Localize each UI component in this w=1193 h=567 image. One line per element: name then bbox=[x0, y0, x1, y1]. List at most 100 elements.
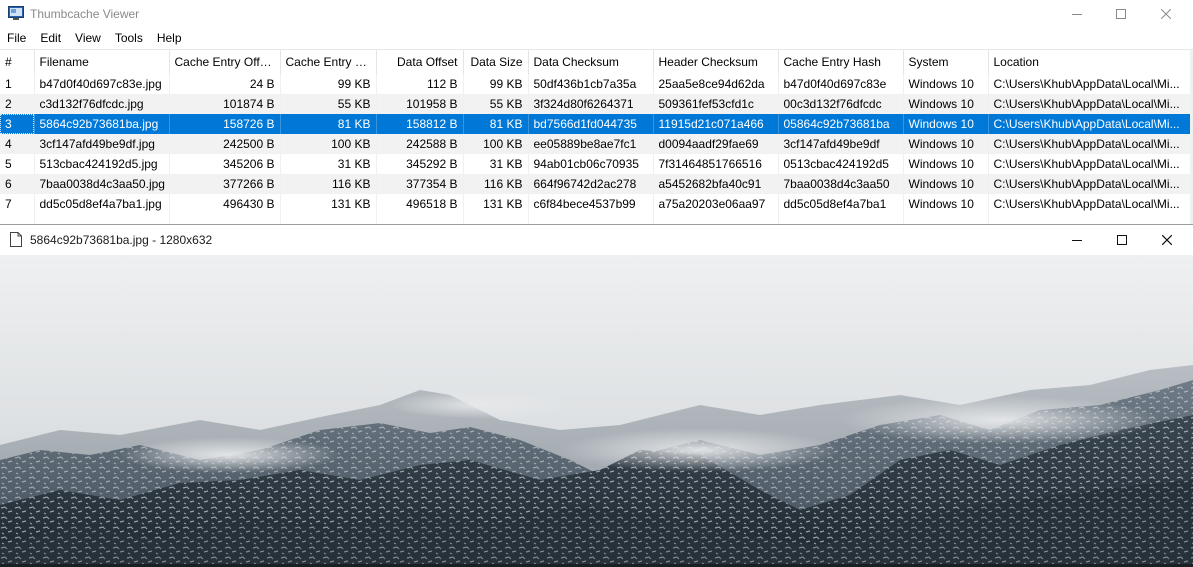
cell-header-checksum: d0094aadf29fae69 bbox=[653, 134, 779, 154]
column-header-data-size[interactable]: Data Size bbox=[463, 50, 529, 74]
thumbnail-image bbox=[0, 255, 1193, 567]
menu-tools[interactable]: Tools bbox=[108, 29, 150, 48]
cell-cache-entry-size: 131 KB bbox=[280, 194, 377, 214]
empty-cell bbox=[0, 214, 35, 224]
cell-data-offset: 101958 B bbox=[376, 94, 464, 114]
viewer-title: 5864c92b73681ba.jpg - 1280x632 bbox=[30, 233, 213, 247]
cell-location: C:\Users\Khub\AppData\Local\Mi... bbox=[988, 94, 1191, 114]
cell-index: 3 bbox=[0, 114, 35, 134]
menu-file[interactable]: File bbox=[0, 29, 33, 48]
cell-data-checksum: 94ab01cb06c70935 bbox=[528, 154, 654, 174]
cell-cache-entry-offset: 101874 B bbox=[169, 94, 281, 114]
menu-help[interactable]: Help bbox=[150, 29, 189, 48]
table-row[interactable]: 3 5864c92b73681ba.jpg 158726 B 81 KB 158812 … bbox=[0, 114, 1191, 134]
cell-data-size: 116 KB bbox=[463, 174, 529, 194]
maximize-button[interactable] bbox=[1098, 0, 1144, 28]
cell-data-checksum: c6f84bece4537b99 bbox=[528, 194, 654, 214]
column-header-cache-entry-offset[interactable]: Cache Entry Offset bbox=[169, 50, 281, 74]
cell-filename: 3cf147afd49be9df.jpg bbox=[34, 134, 170, 154]
cell-filename: 513cbac424192d5.jpg bbox=[34, 154, 170, 174]
table-row[interactable]: 6 7baa0038d4c3aa50.jpg 377266 B 116 KB 37735… bbox=[0, 174, 1191, 194]
close-icon bbox=[1161, 9, 1171, 19]
cell-location: C:\Users\Khub\AppData\Local\Mi... bbox=[988, 74, 1191, 94]
cell-index: 7 bbox=[0, 194, 35, 214]
maximize-icon bbox=[1117, 234, 1127, 245]
empty-cell bbox=[528, 214, 654, 224]
cell-index: 4 bbox=[0, 134, 35, 154]
cell-data-checksum: bd7566d1fd044735 bbox=[528, 114, 654, 134]
entries-table: # Filename Cache Entry Offset Cache Entr… bbox=[0, 50, 1191, 224]
cell-cache-entry-hash: 3cf147afd49be9df bbox=[778, 134, 904, 154]
viewer-title-bar[interactable]: 5864c92b73681ba.jpg - 1280x632 bbox=[0, 225, 1193, 254]
cell-cache-entry-hash: dd5c05d8ef4a7ba1 bbox=[778, 194, 904, 214]
cell-cache-entry-hash: 0513cbac424192d5 bbox=[778, 154, 904, 174]
empty-cell bbox=[653, 214, 779, 224]
column-header-cache-entry-hash[interactable]: Cache Entry Hash bbox=[778, 50, 904, 74]
cell-header-checksum: 509361fef53cfd1c bbox=[653, 94, 779, 114]
column-header-cache-entry-size[interactable]: Cache Entry S... bbox=[280, 50, 377, 74]
column-header-data-offset[interactable]: Data Offset bbox=[376, 50, 464, 74]
cell-index: 1 bbox=[0, 74, 35, 94]
column-header-header-checksum[interactable]: Header Checksum bbox=[653, 50, 779, 74]
column-header-location[interactable]: Location bbox=[988, 50, 1191, 74]
empty-cell bbox=[169, 214, 281, 224]
cell-cache-entry-offset: 345206 B bbox=[169, 154, 281, 174]
header-row: # Filename Cache Entry Offset Cache Entr… bbox=[0, 50, 1191, 74]
cell-data-offset: 158812 B bbox=[376, 114, 464, 134]
cell-system: Windows 10 bbox=[903, 174, 989, 194]
table-row[interactable]: 7 dd5c05d8ef4a7ba1.jpg 496430 B 131 KB 49651… bbox=[0, 194, 1191, 214]
table-row[interactable]: 5 513cbac424192d5.jpg 345206 B 31 KB 345292 … bbox=[0, 154, 1191, 174]
cell-system: Windows 10 bbox=[903, 134, 989, 154]
empty-cell bbox=[280, 214, 377, 224]
cell-filename: 7baa0038d4c3aa50.jpg bbox=[34, 174, 170, 194]
menu-view[interactable]: View bbox=[68, 29, 108, 48]
cell-system: Windows 10 bbox=[903, 194, 989, 214]
cell-header-checksum: a75a20203e06aa97 bbox=[653, 194, 779, 214]
cell-data-checksum: 3f324d80f6264371 bbox=[528, 94, 654, 114]
table-row[interactable]: 2 c3d132f76dfcdc.jpg 101874 B 55 KB 101958 B… bbox=[0, 94, 1191, 114]
empty-cell bbox=[376, 214, 464, 224]
cell-system: Windows 10 bbox=[903, 74, 989, 94]
cell-data-size: 55 KB bbox=[463, 94, 529, 114]
cell-data-offset: 242588 B bbox=[376, 134, 464, 154]
minimize-icon bbox=[1072, 14, 1082, 15]
cell-header-checksum: 11915d21c071a466 bbox=[653, 114, 779, 134]
cell-data-checksum: 50df436b1cb7a35a bbox=[528, 74, 654, 94]
empty-cell bbox=[988, 214, 1191, 224]
menu-edit[interactable]: Edit bbox=[33, 29, 68, 48]
cell-cache-entry-hash: 7baa0038d4c3aa50 bbox=[778, 174, 904, 194]
cell-data-checksum: 664f96742d2ac278 bbox=[528, 174, 654, 194]
cell-cache-entry-offset: 496430 B bbox=[169, 194, 281, 214]
viewer-minimize-button[interactable] bbox=[1054, 225, 1100, 254]
cell-data-checksum: ee05889be8ae7fc1 bbox=[528, 134, 654, 154]
table-row[interactable]: 1 b47d0f40d697c83e.jpg 24 B 99 KB 112 B 99 KB… bbox=[0, 74, 1191, 94]
column-header-filename[interactable]: Filename bbox=[34, 50, 170, 74]
minimize-button[interactable] bbox=[1054, 0, 1100, 28]
window-title: Thumbcache Viewer bbox=[30, 7, 140, 21]
cell-cache-entry-hash: 00c3d132f76dfcdc bbox=[778, 94, 904, 114]
title-bar[interactable]: Thumbcache Viewer bbox=[0, 0, 1193, 28]
table-row[interactable]: 4 3cf147afd49be9df.jpg 242500 B 100 KB 24258… bbox=[0, 134, 1191, 154]
column-header-index[interactable]: # bbox=[0, 50, 35, 74]
maximize-icon bbox=[1116, 9, 1126, 19]
column-header-data-checksum[interactable]: Data Checksum bbox=[528, 50, 654, 74]
column-header-system[interactable]: System bbox=[903, 50, 989, 74]
viewer-maximize-button[interactable] bbox=[1099, 225, 1145, 254]
cell-data-size: 99 KB bbox=[463, 74, 529, 94]
cell-cache-entry-size: 100 KB bbox=[280, 134, 377, 154]
close-icon bbox=[1162, 234, 1172, 245]
cell-index: 5 bbox=[0, 154, 35, 174]
cell-cache-entry-size: 55 KB bbox=[280, 94, 377, 114]
cell-index: 2 bbox=[0, 94, 35, 114]
cell-location: C:\Users\Khub\AppData\Local\Mi... bbox=[988, 194, 1191, 214]
cell-system: Windows 10 bbox=[903, 114, 989, 134]
cell-filename: b47d0f40d697c83e.jpg bbox=[34, 74, 170, 94]
close-button[interactable] bbox=[1143, 0, 1189, 28]
cell-cache-entry-size: 31 KB bbox=[280, 154, 377, 174]
cell-cache-entry-size: 116 KB bbox=[280, 174, 377, 194]
cell-location: C:\Users\Khub\AppData\Local\Mi... bbox=[988, 154, 1191, 174]
cell-index: 6 bbox=[0, 174, 35, 194]
viewer-close-button[interactable] bbox=[1144, 225, 1190, 254]
mountain-landscape-image bbox=[0, 255, 1193, 567]
table-row-empty bbox=[0, 214, 1191, 224]
